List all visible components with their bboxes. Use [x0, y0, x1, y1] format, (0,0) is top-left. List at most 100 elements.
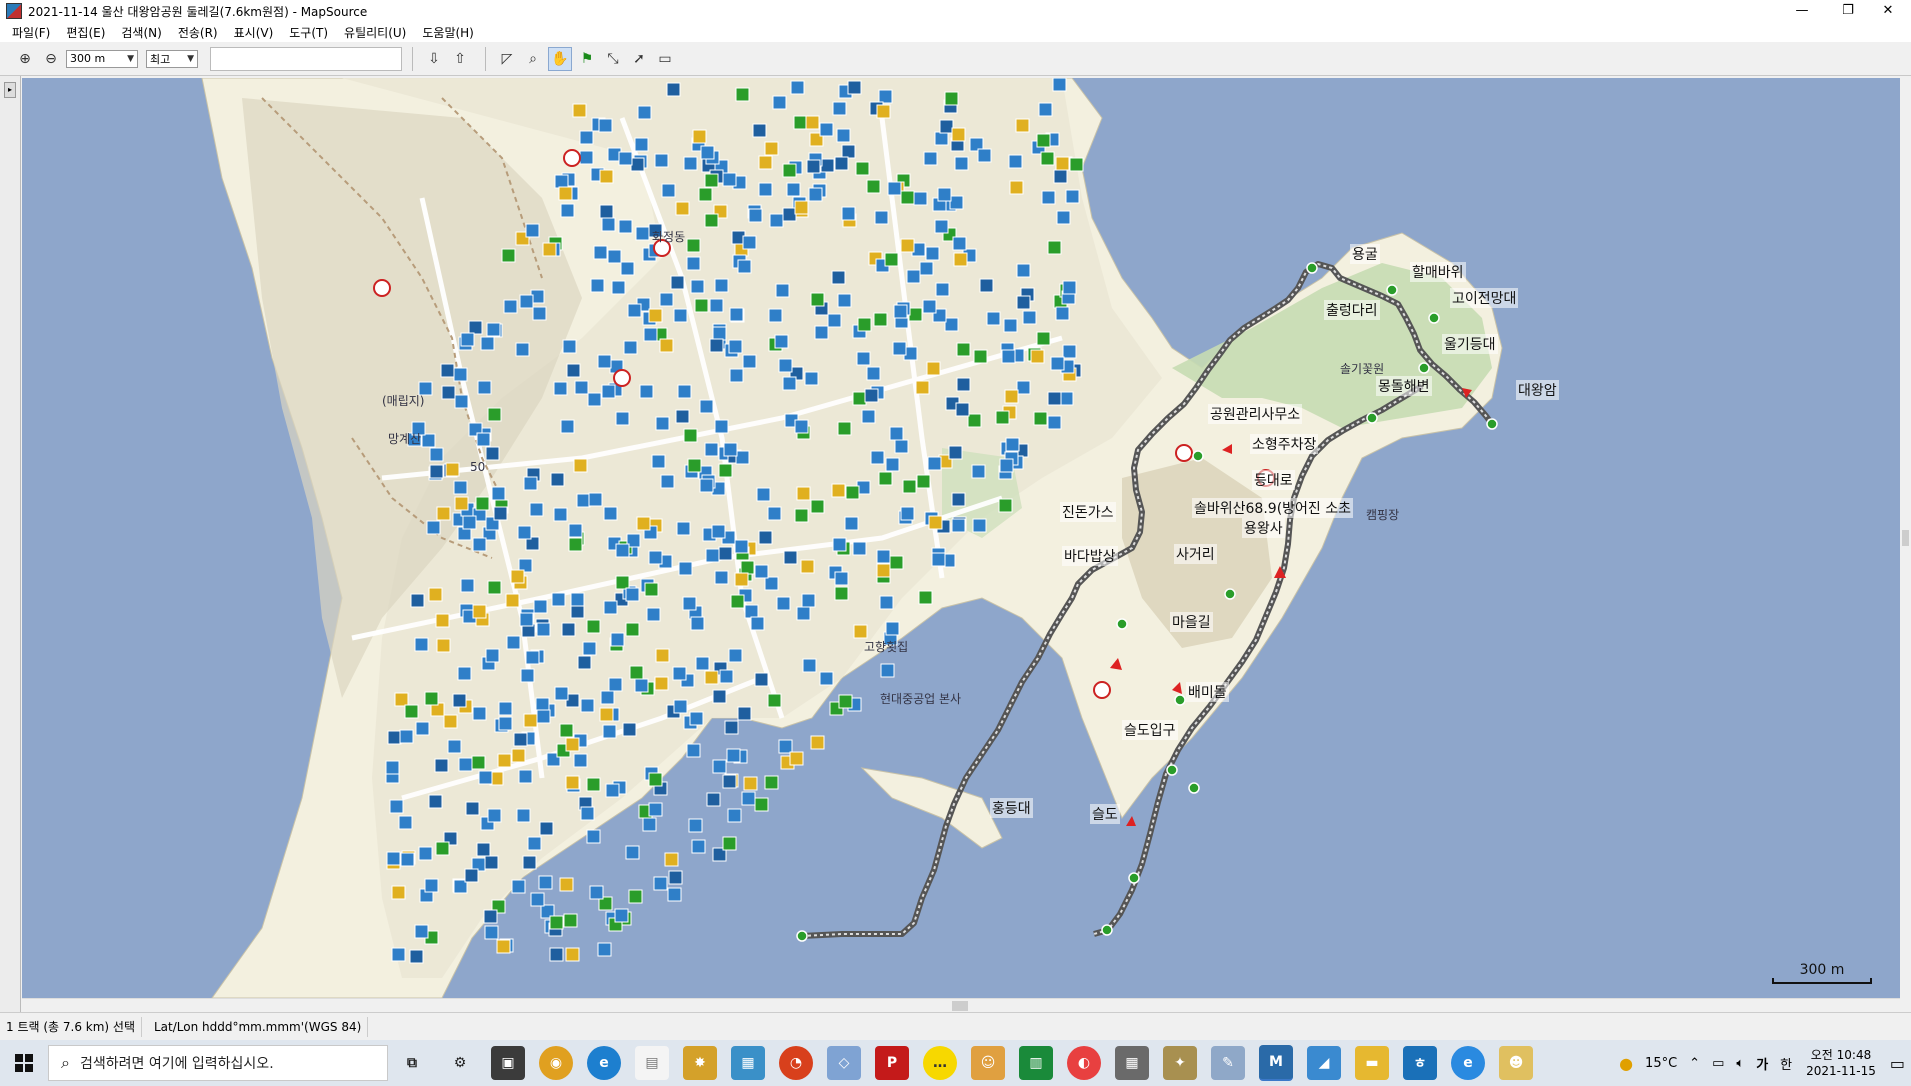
poi-marker-icon[interactable]: [668, 870, 683, 885]
poi-marker-icon[interactable]: [714, 419, 729, 434]
poi-marker-icon[interactable]: [620, 261, 635, 276]
poi-marker-icon[interactable]: [855, 161, 870, 176]
poi-marker-icon[interactable]: [937, 187, 952, 202]
poi-marker-icon[interactable]: [536, 709, 551, 724]
poi-marker-icon[interactable]: [675, 409, 690, 424]
poi-marker-icon[interactable]: [972, 518, 987, 533]
poi-marker-icon[interactable]: [973, 349, 988, 364]
poi-marker-icon[interactable]: [927, 456, 942, 471]
weather-sun-icon[interactable]: ●: [1619, 1054, 1633, 1073]
poi-marker-icon[interactable]: [523, 476, 538, 491]
poi-marker-icon[interactable]: [837, 421, 852, 436]
poi-marker-icon[interactable]: [876, 563, 891, 578]
notepad-icon[interactable]: ▤: [635, 1046, 669, 1080]
poi-marker-icon[interactable]: [952, 236, 967, 251]
selection-tool-icon[interactable]: ◸: [496, 48, 518, 70]
poi-marker-icon[interactable]: [722, 774, 737, 789]
map-label[interactable]: 사거리: [1174, 544, 1217, 564]
poi-marker-icon[interactable]: [730, 594, 745, 609]
poi-marker-icon[interactable]: [562, 339, 577, 354]
poi-marker-icon[interactable]: [673, 308, 688, 323]
poi-marker-icon[interactable]: [675, 201, 690, 216]
poi-marker-icon[interactable]: [635, 226, 650, 241]
poi-marker-icon[interactable]: [737, 259, 752, 274]
poi-marker-icon[interactable]: [603, 506, 618, 521]
menu-view[interactable]: 표시(V): [226, 24, 282, 41]
poi-marker-icon[interactable]: [789, 751, 804, 766]
poi-marker-icon[interactable]: [852, 391, 867, 406]
poi-marker-icon[interactable]: [844, 516, 859, 531]
poi-marker-icon[interactable]: [714, 278, 729, 293]
poi-marker-icon[interactable]: [570, 604, 585, 619]
poi-marker-icon[interactable]: [900, 238, 915, 253]
poi-marker-icon[interactable]: [690, 616, 705, 631]
taskbar-clock[interactable]: 오전 10:48 2021-11-15: [1806, 1047, 1876, 1079]
poi-marker-icon[interactable]: [923, 151, 938, 166]
poi-marker-icon[interactable]: [709, 338, 724, 353]
poi-marker-icon[interactable]: [615, 543, 630, 558]
poi-marker-icon[interactable]: [723, 442, 738, 457]
map-label[interactable]: 슬도: [1090, 804, 1120, 824]
poi-marker-icon[interactable]: [782, 163, 797, 178]
poi-marker-icon[interactable]: [764, 775, 779, 790]
poi-marker-icon[interactable]: [790, 80, 805, 95]
map-label[interactable]: 용왕사: [1242, 518, 1285, 538]
poi-marker-icon[interactable]: [704, 173, 719, 188]
ime-language[interactable]: 한: [1780, 1054, 1792, 1073]
poi-marker-icon[interactable]: [605, 783, 620, 798]
poi-marker-icon[interactable]: [486, 322, 501, 337]
poi-marker-icon[interactable]: [588, 492, 603, 507]
chevron-up-icon[interactable]: ⌃: [1689, 1056, 1700, 1071]
poi-marker-icon[interactable]: [471, 755, 486, 770]
poi-marker-icon[interactable]: [894, 439, 909, 454]
poi-marker-icon[interactable]: [391, 885, 406, 900]
poi-marker-icon[interactable]: [878, 89, 893, 104]
poi-marker-icon[interactable]: [939, 119, 954, 134]
poi-marker-icon[interactable]: [935, 282, 950, 297]
poi-marker-icon[interactable]: [852, 541, 867, 556]
poi-marker-icon[interactable]: [452, 693, 467, 708]
poi-marker-icon[interactable]: [979, 278, 994, 293]
avatar-app-icon[interactable]: ☺: [971, 1046, 1005, 1080]
poi-marker-icon[interactable]: [549, 915, 564, 930]
browser-app-icon[interactable]: ◔: [779, 1046, 813, 1080]
map-label[interactable]: 출렁다리: [1324, 300, 1380, 320]
poi-marker-icon[interactable]: [834, 571, 849, 586]
poi-marker-icon[interactable]: [625, 587, 640, 602]
poi-marker-icon[interactable]: [563, 913, 578, 928]
poi-marker-icon[interactable]: [879, 595, 894, 610]
poi-marker-icon[interactable]: [794, 508, 809, 523]
poi-marker-icon[interactable]: [845, 485, 860, 500]
vertical-scrollbar[interactable]: [1900, 78, 1911, 998]
poi-marker-icon[interactable]: [475, 496, 490, 511]
poi-marker-icon[interactable]: [598, 118, 613, 133]
poi-marker-icon[interactable]: [711, 524, 726, 539]
poi-marker-icon[interactable]: [699, 478, 714, 493]
poi-marker-icon[interactable]: [764, 576, 779, 591]
poi-marker-icon[interactable]: [457, 666, 472, 681]
poi-marker-icon[interactable]: [956, 377, 971, 392]
poi-marker-icon[interactable]: [589, 885, 604, 900]
poi-marker-icon[interactable]: [523, 713, 538, 728]
task-view-icon[interactable]: ⧉: [395, 1046, 429, 1080]
poi-marker-icon[interactable]: [497, 753, 512, 768]
poi-marker-icon[interactable]: [758, 530, 773, 545]
taskbar-search-box[interactable]: ⌕ 검색하려면 여기에 입력하십시오.: [48, 1045, 388, 1081]
poi-marker-icon[interactable]: [644, 582, 659, 597]
poi-marker-icon[interactable]: [572, 103, 587, 118]
poi-marker-icon[interactable]: [404, 704, 419, 719]
poi-marker-icon[interactable]: [1016, 263, 1031, 278]
poi-marker-icon[interactable]: [535, 697, 550, 712]
poi-marker-icon[interactable]: [889, 426, 904, 441]
poi-marker-icon[interactable]: [655, 648, 670, 663]
parking-icon[interactable]: [613, 369, 631, 387]
poi-marker-icon[interactable]: [714, 570, 729, 585]
zoom-in-icon[interactable]: ⊕: [14, 48, 36, 70]
chat-app-icon[interactable]: ☻: [1499, 1046, 1533, 1080]
map-label[interactable]: 울기등대: [1442, 334, 1498, 354]
poi-marker-icon[interactable]: [565, 775, 580, 790]
poi-marker-icon[interactable]: [704, 442, 719, 457]
poi-marker-icon[interactable]: [727, 808, 742, 823]
poi-marker-icon[interactable]: [506, 635, 521, 650]
poi-marker-icon[interactable]: [565, 737, 580, 752]
